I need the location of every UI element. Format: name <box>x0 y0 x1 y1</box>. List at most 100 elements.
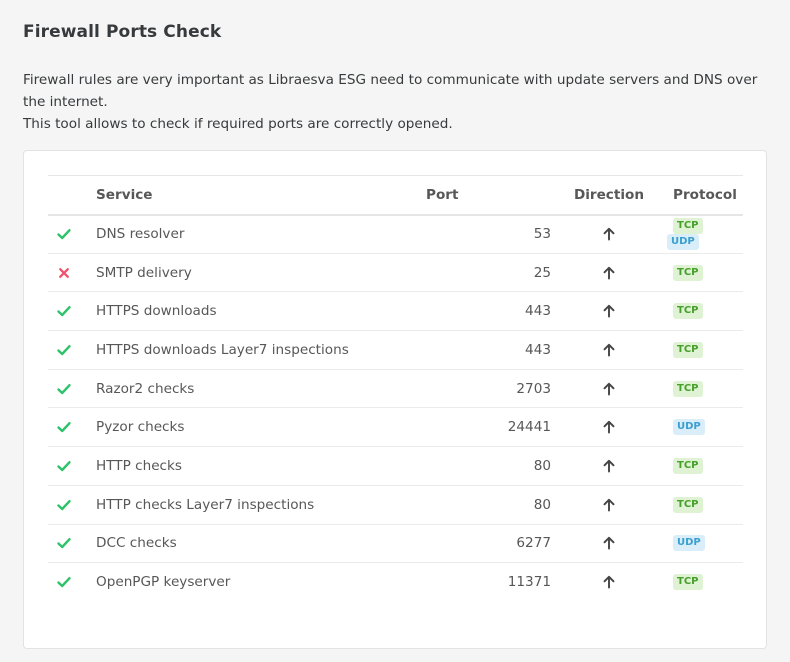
service-cell: Pyzor checks <box>96 419 185 436</box>
table-header-row: Service Port Direction Protocol <box>48 175 743 215</box>
protocol-badges: TCP <box>667 303 711 320</box>
protocol-badges: TCPUDP <box>667 218 711 251</box>
service-cell: HTTPS downloads <box>96 303 217 320</box>
arrow-up-icon <box>602 459 616 473</box>
port-cell: 443 <box>525 303 551 320</box>
service-cell: SMTP delivery <box>96 264 192 281</box>
status-cell <box>48 524 96 563</box>
table-row: HTTP checks Layer7 inspections 80 TCP <box>48 485 743 524</box>
arrow-up-icon <box>602 498 616 512</box>
service-cell: DCC checks <box>96 535 177 552</box>
intro-line-1: Firewall rules are very important as Lib… <box>23 72 758 110</box>
protocol-cell: TCPUDP <box>667 215 743 254</box>
table-row: HTTPS downloads Layer7 inspections 443 TCP <box>48 331 743 370</box>
direction-cell <box>551 408 667 447</box>
port-cell: 53 <box>533 226 551 243</box>
protocol-badges: TCP <box>667 341 711 358</box>
service-cell: HTTP checks Layer7 inspections <box>96 496 315 513</box>
table-row: DNS resolver 53 TCPUDP <box>48 215 743 254</box>
direction-cell <box>551 524 667 563</box>
protocol-cell: TCP <box>667 253 743 292</box>
page: Firewall Ports Check Firewall rules are … <box>0 0 790 662</box>
direction-cell <box>551 485 667 524</box>
port-cell: 2703 <box>516 380 551 397</box>
table-row: Pyzor checks 24441 UDP <box>48 408 743 447</box>
header-protocol: Protocol <box>667 176 743 215</box>
header-service: Service <box>96 186 153 203</box>
direction-cell <box>551 215 667 254</box>
service-cell: DNS resolver <box>96 226 185 243</box>
intro-text: Firewall rules are very important as Lib… <box>23 69 758 135</box>
table-row: HTTPS downloads 443 TCP <box>48 292 743 331</box>
udp-badge: UDP <box>673 535 705 552</box>
direction-cell <box>551 292 667 331</box>
direction-cell <box>551 331 667 370</box>
page-title: Firewall Ports Check <box>23 22 222 42</box>
check-icon <box>56 497 72 513</box>
status-cell <box>48 215 96 254</box>
port-cell: 11371 <box>507 574 551 591</box>
service-cell: Razor2 checks <box>96 380 195 397</box>
check-icon <box>56 226 72 242</box>
protocol-badges: TCP <box>667 457 711 474</box>
header-protocol-label: Protocol <box>673 186 737 203</box>
check-icon <box>56 419 72 435</box>
protocol-badges: TCP <box>667 380 711 397</box>
check-icon <box>56 458 72 474</box>
protocol-cell: TCP <box>667 563 743 602</box>
arrow-up-icon <box>602 227 616 241</box>
direction-cell <box>551 563 667 602</box>
tcp-badge: TCP <box>673 457 703 474</box>
arrow-up-icon <box>602 420 616 434</box>
arrow-up-icon <box>602 575 616 589</box>
protocol-cell: TCP <box>667 369 743 408</box>
port-cell: 443 <box>525 341 551 358</box>
table-row: DCC checks 6277 UDP <box>48 524 743 563</box>
status-cell <box>48 485 96 524</box>
table-row: Razor2 checks 2703 TCP <box>48 369 743 408</box>
tcp-badge: TCP <box>673 496 703 513</box>
status-cell <box>48 369 96 408</box>
tcp-badge: TCP <box>673 380 703 397</box>
direction-cell <box>551 447 667 486</box>
arrow-up-icon <box>602 343 616 357</box>
arrow-up-icon <box>602 382 616 396</box>
protocol-cell: UDP <box>667 408 743 447</box>
status-cell <box>48 563 96 602</box>
check-icon <box>56 303 72 319</box>
header-direction: Direction <box>573 186 645 203</box>
protocol-badges: TCP <box>667 264 711 281</box>
udp-badge: UDP <box>673 419 705 436</box>
header-status <box>48 176 96 215</box>
arrow-up-icon <box>602 266 616 280</box>
cross-icon <box>56 265 72 281</box>
service-cell: HTTP checks <box>96 457 182 474</box>
tcp-badge: TCP <box>673 303 703 320</box>
direction-cell <box>551 369 667 408</box>
check-icon <box>56 381 72 397</box>
direction-cell <box>551 253 667 292</box>
table-row: SMTP delivery 25 TCP <box>48 253 743 292</box>
service-cell: OpenPGP keyserver <box>96 574 231 591</box>
protocol-cell: TCP <box>667 292 743 331</box>
protocol-badges: TCP <box>667 574 711 591</box>
service-cell: HTTPS downloads Layer7 inspections <box>96 341 349 358</box>
status-cell <box>48 408 96 447</box>
port-cell: 80 <box>533 457 551 474</box>
arrow-up-icon <box>602 304 616 318</box>
protocol-cell: TCP <box>667 485 743 524</box>
ports-table: Service Port Direction Protocol DNS reso… <box>48 175 743 601</box>
tcp-badge: TCP <box>673 218 703 235</box>
tcp-badge: TCP <box>673 264 703 281</box>
protocol-badges: TCP <box>667 496 711 513</box>
udp-badge: UDP <box>667 234 699 251</box>
port-cell: 25 <box>533 264 551 281</box>
check-icon <box>56 535 72 551</box>
arrow-up-icon <box>602 536 616 550</box>
status-cell <box>48 331 96 370</box>
tcp-badge: TCP <box>673 574 703 591</box>
table-row: HTTP checks 80 TCP <box>48 447 743 486</box>
port-cell: 80 <box>533 496 551 513</box>
header-port: Port <box>426 186 459 203</box>
intro-line-2: This tool allows to check if required po… <box>23 116 453 132</box>
